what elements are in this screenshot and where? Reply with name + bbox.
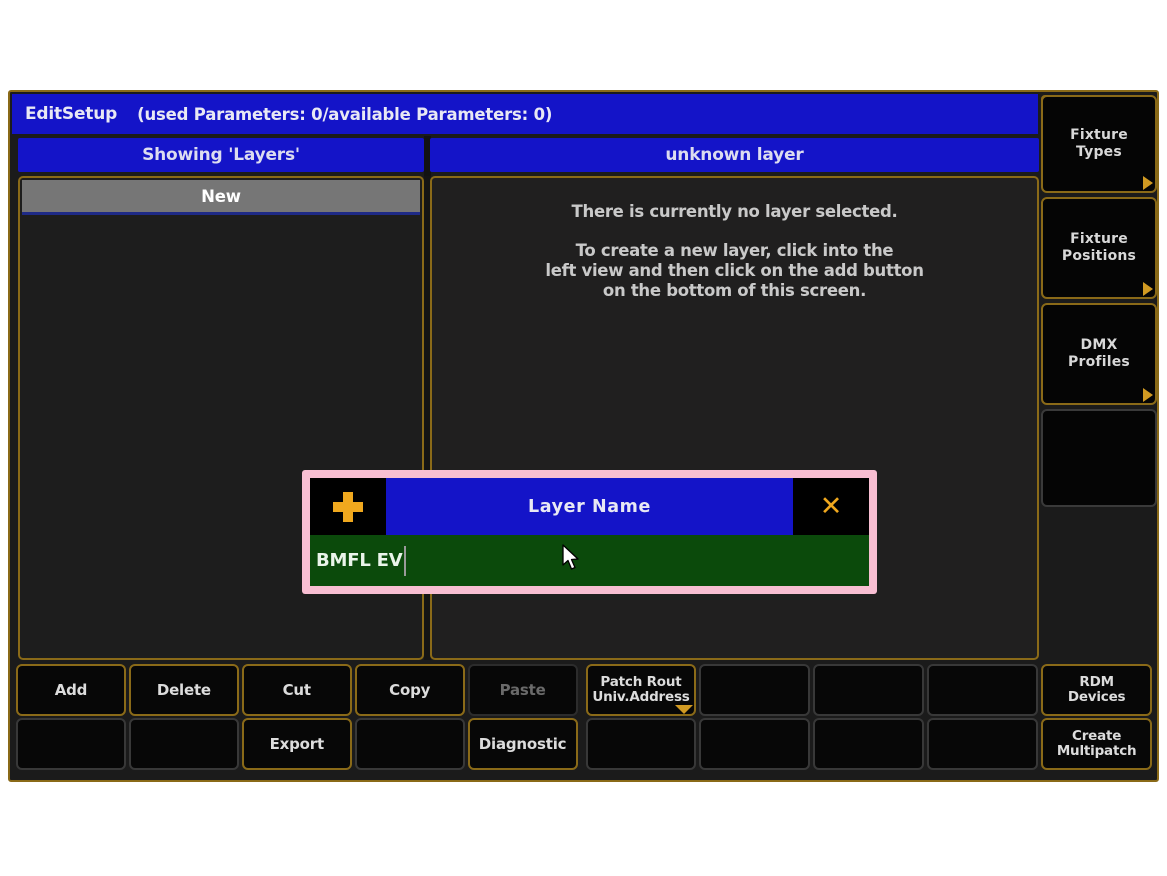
toolbar-row-2: Export Diagnostic Create Multipatch <box>16 718 1155 770</box>
paste-button[interactable]: Paste <box>467 664 578 716</box>
toolbar-button-empty <box>699 718 811 770</box>
dialog-title-bar: Layer Name ✕ <box>310 478 869 535</box>
diagnostic-button[interactable]: Diagnostic <box>467 718 578 770</box>
text-caret <box>403 545 406 576</box>
toolbar-button-empty <box>927 664 1039 716</box>
layer-name-input-value: BMFL EV <box>316 550 403 571</box>
button-label: Add <box>54 680 88 699</box>
button-label: RDM Devices <box>1067 674 1126 705</box>
info-line-1: There is currently no layer selected. <box>571 202 898 221</box>
right-panel-header-label: unknown layer <box>665 145 804 165</box>
expand-arrow-icon <box>1143 388 1153 402</box>
info-line-2: To create a new layer, click into the <box>575 241 894 260</box>
toolbar-row-1: Add Delete Cut Copy Paste Patch Rout Univ… <box>16 664 1155 716</box>
button-label: Cut <box>282 680 311 699</box>
layer-name-dialog: Layer Name ✕ BMFL EV <box>302 470 877 594</box>
toolbar-button-empty <box>354 718 465 770</box>
sidebar-item-fixture-positions[interactable]: Fixture Positions <box>1041 197 1157 299</box>
toolbar-button-empty <box>699 664 811 716</box>
left-panel-header: Showing 'Layers' <box>18 138 424 172</box>
rdm-devices-button[interactable]: RDM Devices <box>1041 664 1153 716</box>
dialog-close-button[interactable]: ✕ <box>793 478 869 535</box>
dialog-title: Layer Name <box>386 478 793 535</box>
button-label: Paste <box>499 680 546 699</box>
right-panel-header: unknown layer <box>430 138 1039 172</box>
sidebar-item-fixture-types[interactable]: Fixture Types <box>1041 95 1157 193</box>
sidebar-item-empty <box>1041 409 1157 507</box>
parameters-status-text: (used Parameters: 0/available Parameters… <box>137 104 553 124</box>
dialog-body: Layer Name ✕ BMFL EV <box>310 478 869 586</box>
delete-button[interactable]: Delete <box>128 664 239 716</box>
info-line-3: left view and then click on the add butt… <box>545 261 924 280</box>
toolbar-button-empty <box>128 718 239 770</box>
button-label: Delete <box>156 680 211 699</box>
close-x-icon: ✕ <box>819 491 843 522</box>
dialog-title-label: Layer Name <box>528 496 651 517</box>
info-line-4: on the bottom of this screen. <box>602 281 867 300</box>
cut-button[interactable]: Cut <box>241 664 352 716</box>
expand-arrow-icon <box>1143 282 1153 296</box>
popup-indicator-icon <box>675 705 694 714</box>
patch-routing-button[interactable]: Patch Rout Univ.Address <box>585 664 697 716</box>
expand-arrow-icon <box>1143 176 1153 190</box>
toolbar-button-empty <box>813 664 925 716</box>
create-multipatch-button[interactable]: Create Multipatch <box>1041 718 1153 770</box>
plus-icon <box>333 491 363 522</box>
left-panel-header-label: Showing 'Layers' <box>142 145 300 165</box>
toolbar-button-empty <box>16 718 126 770</box>
button-label: Diagnostic <box>478 734 567 753</box>
list-item-new[interactable]: New <box>22 180 420 215</box>
bottom-toolbar: Add Delete Cut Copy Paste Patch Rout Univ… <box>16 664 1155 778</box>
copy-button[interactable]: Copy <box>354 664 465 716</box>
sidebar-item-dmx-profiles[interactable]: DMX Profiles <box>1041 303 1157 405</box>
window-title-bar: EditSetup (used Parameters: 0/available … <box>12 94 1038 134</box>
list-item-label: New <box>201 186 241 206</box>
toolbar-button-empty <box>927 718 1039 770</box>
button-label: Create Multipatch <box>1056 728 1137 759</box>
dialog-add-button[interactable] <box>310 478 386 535</box>
sidebar-item-label: Fixture Types <box>1070 127 1128 160</box>
page-title: EditSetup <box>25 104 118 124</box>
sidebar-item-label: Fixture Positions <box>1061 231 1137 264</box>
button-label: Copy <box>389 680 431 699</box>
add-button[interactable]: Add <box>16 664 126 716</box>
layer-name-input[interactable]: BMFL EV <box>310 535 869 586</box>
side-button-rail: Fixture Types Fixture Positions DMX Profile… <box>1041 95 1157 665</box>
export-button[interactable]: Export <box>241 718 352 770</box>
toolbar-button-empty <box>585 718 697 770</box>
button-label: Patch Rout Univ.Address <box>592 674 690 705</box>
button-label: Export <box>269 734 325 753</box>
edit-setup-window: EditSetup (used Parameters: 0/available … <box>8 90 1159 782</box>
sidebar-item-label: DMX Profiles <box>1068 337 1130 370</box>
toolbar-button-empty <box>813 718 925 770</box>
